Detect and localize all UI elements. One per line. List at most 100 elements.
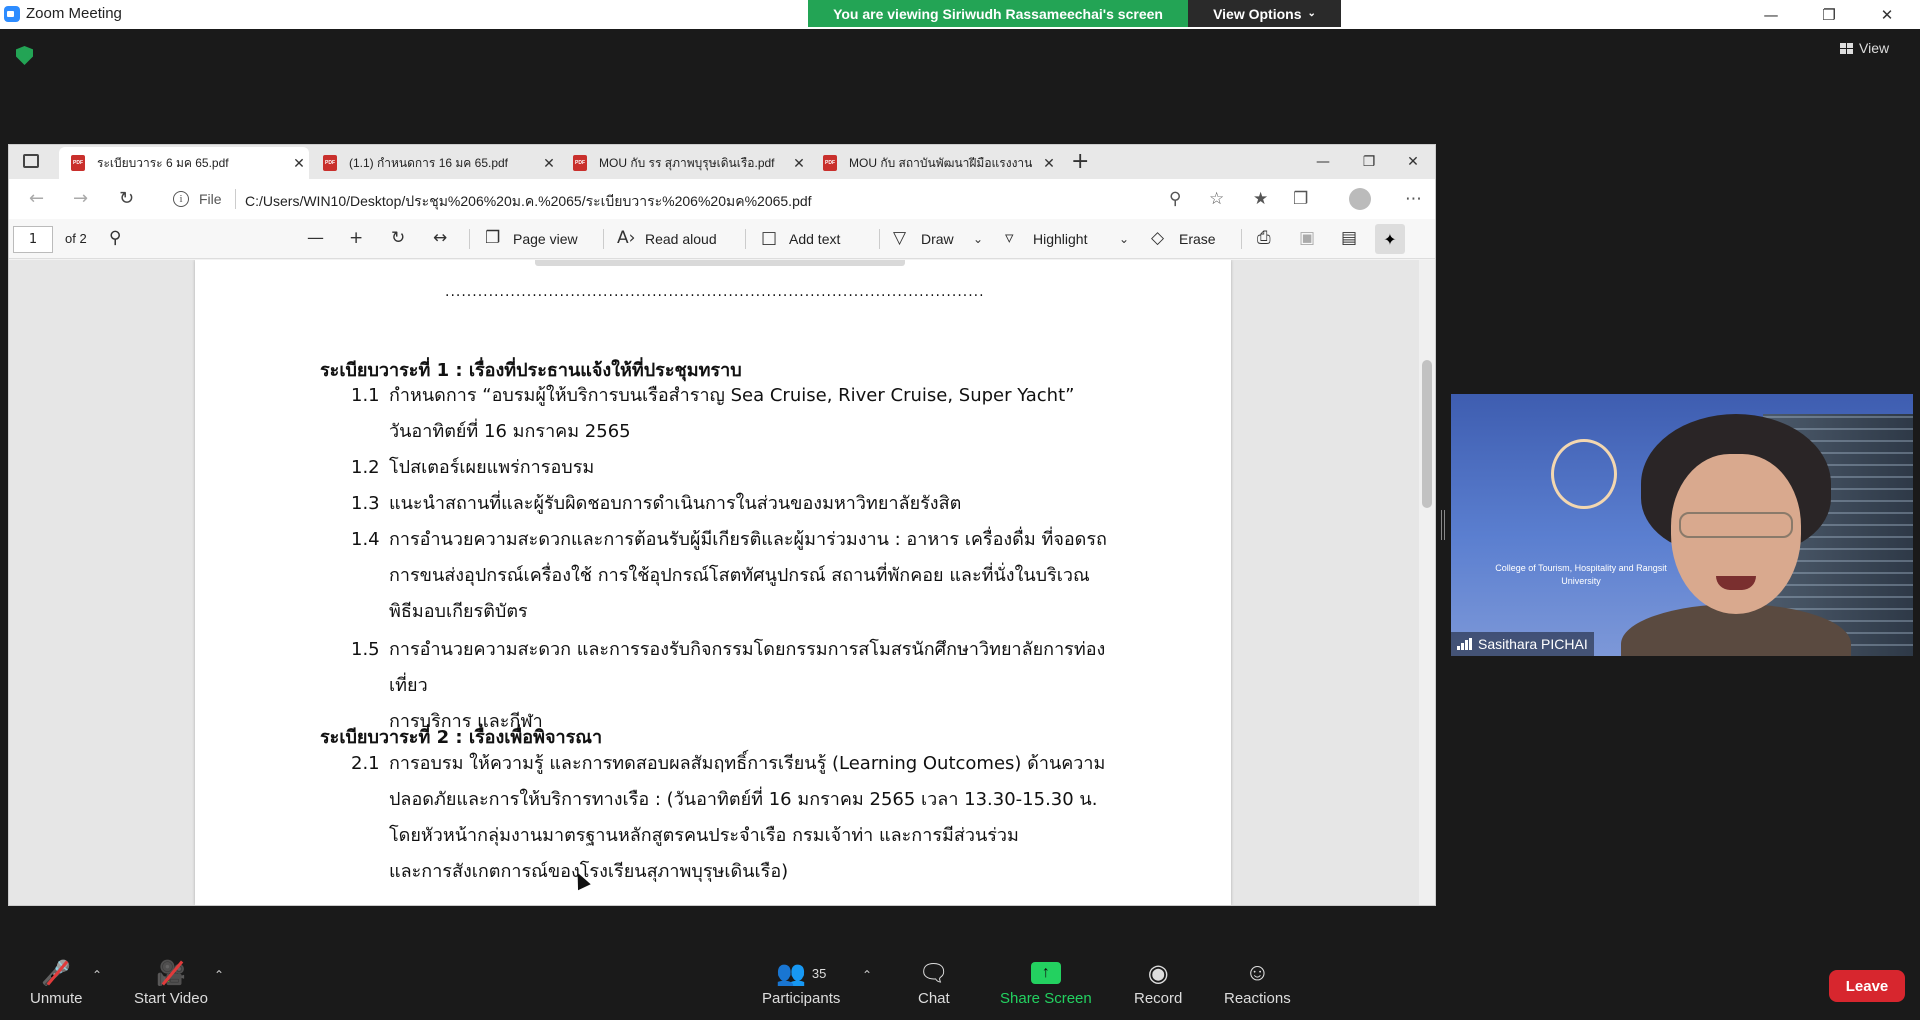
minimize-button[interactable]: —: [1742, 0, 1800, 29]
rotate-icon[interactable]: ↻: [391, 228, 405, 248]
close-button[interactable]: ✕: [1858, 0, 1916, 29]
forward-arrow-icon[interactable]: →: [73, 188, 88, 209]
view-button[interactable]: View: [1840, 40, 1889, 56]
pdf-icon: PDF: [573, 155, 587, 171]
scrollbar[interactable]: [1419, 260, 1435, 905]
browser-tab[interactable]: PDF ระเบียบวาระ 6 มค 65.pdf ✕: [59, 147, 309, 179]
search-icon[interactable]: ⚲: [109, 228, 121, 248]
zoom-out-icon[interactable]: —: [307, 228, 324, 248]
page-view-button[interactable]: Page view: [513, 231, 578, 247]
chevron-down-icon[interactable]: ⌄: [1119, 232, 1129, 246]
video-options-caret[interactable]: ⌃: [214, 968, 224, 982]
resize-handle[interactable]: [1441, 510, 1445, 540]
browser-minimize-button[interactable]: —: [1301, 149, 1345, 175]
audio-options-caret[interactable]: ⌃: [92, 968, 102, 982]
item-number: 1.1: [351, 385, 380, 406]
scrollbar-thumb[interactable]: [1422, 360, 1432, 508]
divider: [603, 229, 604, 249]
new-tab-icon[interactable]: +: [1071, 149, 1089, 174]
unmute-label: Unmute: [30, 990, 83, 1007]
start-video-button[interactable]: 🎥 Start Video: [134, 956, 208, 1008]
pdf-icon: PDF: [323, 155, 337, 171]
zoom-in-plus-icon[interactable]: +: [349, 228, 363, 248]
refresh-icon[interactable]: ↻: [119, 188, 134, 209]
more-icon[interactable]: ⋯: [1405, 189, 1422, 209]
pdf-icon: PDF: [823, 155, 837, 171]
item-line: การอำนวยความสะดวกและการต้อนรับผู้มีเกียร…: [389, 529, 1107, 550]
chevron-down-icon: ⌄: [1307, 8, 1316, 19]
print-icon[interactable]: ⎙: [1257, 228, 1271, 248]
browser-close-button[interactable]: ✕: [1391, 149, 1435, 175]
page-view-icon: ❐: [485, 228, 501, 248]
chat-label: Chat: [918, 990, 950, 1007]
close-tab-icon[interactable]: ✕: [789, 155, 809, 172]
record-label: Record: [1134, 990, 1183, 1007]
browser-tab[interactable]: PDF (1.1) กำหนดการ 16 มค 65.pdf ✕: [311, 147, 559, 179]
agenda-item: 1.1 กำหนดการ “อบรมผู้ให้บริการบนเรือสำรา…: [351, 378, 1111, 450]
participants-label: Participants: [762, 990, 841, 1007]
zoom-logo-icon: [4, 6, 20, 22]
agenda-item: 1.3 แนะนำสถานที่และผู้รับผิดชอบการดำเนิน…: [351, 486, 1111, 522]
reactions-icon: ☺: [1245, 959, 1270, 986]
participant-video-tile[interactable]: College of Tourism, Hospitality and Rang…: [1451, 394, 1913, 656]
pin-toolbar-icon[interactable]: ✦: [1375, 224, 1405, 254]
restore-button[interactable]: ❐: [1800, 0, 1858, 29]
reactions-button[interactable]: ☺ Reactions: [1224, 956, 1291, 1007]
unmute-button[interactable]: 🎤 Unmute: [30, 956, 83, 1008]
info-icon[interactable]: i: [173, 191, 189, 207]
shared-screen-browser: PDF ระเบียบวาระ 6 มค 65.pdf ✕ PDF (1.1) …: [8, 144, 1436, 906]
item-line: การอำนวยความสะดวก และการรองรับกิจกรรมโดย…: [389, 639, 1106, 696]
pdf-viewer[interactable]: ........................................…: [9, 260, 1419, 905]
address-bar: ← → ↻ i File C:/Users/WIN10/Desktop/ประช…: [9, 179, 1435, 219]
view-options-label: View Options: [1213, 5, 1302, 22]
divider: [745, 229, 746, 249]
browser-restore-button[interactable]: ❐: [1347, 149, 1391, 175]
highlight-button[interactable]: Highlight: [1033, 231, 1087, 247]
participants-button[interactable]: 👥 35 Participants: [762, 956, 841, 1008]
close-tab-icon[interactable]: ✕: [539, 155, 559, 172]
page-number-input[interactable]: 1: [13, 226, 53, 253]
add-text-icon: □: [761, 228, 778, 248]
signal-strength-icon: [1457, 638, 1472, 650]
item-line: แนะนำสถานที่และผู้รับผิดชอบการดำเนินการใ…: [389, 493, 962, 514]
chevron-down-icon[interactable]: ⌄: [973, 232, 983, 246]
item-line: และการสังเกตการณ์ของโรงเรียนสุภาพบุรุษเด…: [389, 861, 789, 882]
collections-icon[interactable]: ❐: [1293, 189, 1308, 209]
add-text-button[interactable]: Add text: [789, 231, 840, 247]
zoom-in-icon[interactable]: ⚲: [1169, 189, 1181, 209]
erase-button[interactable]: Erase: [1179, 231, 1216, 247]
save-icon[interactable]: ▣: [1299, 228, 1315, 248]
participant-glasses: [1679, 512, 1793, 538]
participants-options-caret[interactable]: ⌃: [862, 968, 872, 982]
share-screen-icon: ↑: [1030, 962, 1061, 984]
read-aloud-button[interactable]: Read aloud: [645, 231, 717, 247]
agenda-item: 1.4 การอำนวยความสะดวกและการต้อนรับผู้มีเ…: [351, 522, 1111, 630]
leave-button[interactable]: Leave: [1829, 970, 1905, 1002]
draw-button[interactable]: Draw: [921, 231, 954, 247]
chat-button[interactable]: 🗨 Chat: [918, 956, 950, 1008]
browser-tab[interactable]: PDF MOU กับ สถาบันพัฒนาฝีมือแรงงาน ✕: [811, 147, 1059, 179]
favorites-icon[interactable]: ★: [1253, 189, 1268, 209]
item-number: 1.3: [351, 493, 380, 514]
save-as-icon[interactable]: ▤: [1341, 228, 1357, 248]
draw-icon: ▽: [893, 228, 907, 248]
favorite-star-icon[interactable]: ☆: [1209, 189, 1224, 209]
profile-avatar[interactable]: [1349, 188, 1371, 210]
fit-page-icon[interactable]: ↔: [433, 228, 447, 248]
back-arrow-icon[interactable]: ←: [29, 188, 44, 209]
agenda-item: 1.2 โปสเตอร์เผยแพร่การอบรม: [351, 450, 1111, 486]
participants-count: 35: [811, 965, 827, 981]
share-screen-button[interactable]: ↑ Share Screen: [1000, 956, 1092, 1007]
close-tab-icon[interactable]: ✕: [1039, 155, 1059, 172]
item-number: 2.1: [351, 753, 380, 774]
close-tab-icon[interactable]: ✕: [289, 155, 309, 172]
reactions-label: Reactions: [1224, 990, 1291, 1007]
item-number: 1.2: [351, 457, 380, 478]
tab-label: ระเบียบวาระ 6 มค 65.pdf: [97, 155, 229, 170]
url-input[interactable]: C:/Users/WIN10/Desktop/ประชุม%206%20ม.ค.…: [245, 191, 812, 213]
security-shield-icon[interactable]: [16, 46, 33, 65]
record-button[interactable]: ◉ Record: [1134, 956, 1183, 1008]
tab-actions-icon[interactable]: [23, 154, 39, 168]
view-options-button[interactable]: View Options ⌄: [1188, 0, 1341, 27]
browser-tab[interactable]: PDF MOU กับ รร สุภาพบุรุษเดินเรือ.pdf ✕: [561, 147, 809, 179]
